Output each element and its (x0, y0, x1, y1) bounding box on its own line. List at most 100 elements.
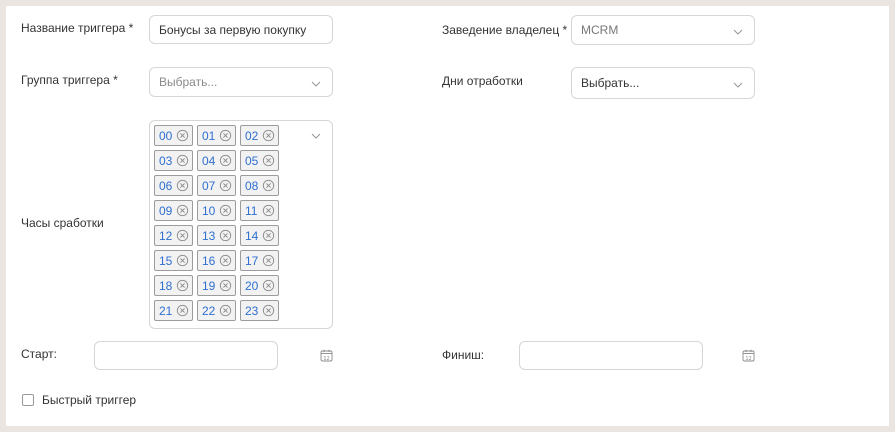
close-circle-icon[interactable] (176, 204, 189, 217)
hour-chip-label: 20 (245, 278, 259, 293)
hour-chip-label: 23 (245, 303, 259, 318)
work-days-select[interactable]: Выбрать... (571, 67, 755, 99)
hour-chip-label: 17 (245, 253, 259, 268)
hour-chip: 02 (240, 125, 279, 146)
hour-chip-label: 15 (159, 253, 173, 268)
close-circle-icon[interactable] (219, 229, 232, 242)
close-circle-icon[interactable] (262, 154, 275, 167)
hour-chip: 01 (197, 125, 236, 146)
chevron-down-icon[interactable] (310, 132, 322, 140)
hour-chip-label: 00 (159, 128, 173, 143)
chevron-down-icon (732, 81, 744, 89)
trigger-name-input[interactable]: Бонусы за первую покупку (149, 15, 333, 44)
close-circle-icon[interactable] (176, 254, 189, 267)
work-days-label: Дни отработки (442, 74, 523, 88)
hour-chip-label: 19 (202, 278, 216, 293)
hour-chip: 21 (154, 300, 193, 321)
hour-chip-label: 10 (202, 203, 216, 218)
trigger-group-select[interactable]: Выбрать... (149, 67, 333, 97)
chevron-down-icon (732, 28, 744, 36)
trigger-name-value: Бонусы за первую покупку (159, 22, 307, 37)
close-circle-icon[interactable] (219, 129, 232, 142)
hours-multiselect[interactable]: 00 01 02 03 04 05 06 07 08 09 10 11 12 13 14 15 16 17 18 19… (149, 120, 333, 329)
hour-chip-label: 14 (245, 228, 259, 243)
close-circle-icon[interactable] (262, 204, 275, 217)
hour-chip-label: 16 (202, 253, 216, 268)
close-circle-icon[interactable] (176, 129, 189, 142)
hour-chip-label: 13 (202, 228, 216, 243)
hour-chip: 20 (240, 275, 279, 296)
hour-chip-label: 02 (245, 128, 259, 143)
owner-venue-select[interactable]: MCRM (571, 15, 755, 45)
start-label: Старт: (21, 347, 57, 361)
close-circle-icon[interactable] (176, 304, 189, 317)
hour-chip-label: 03 (159, 153, 173, 168)
hour-chip: 13 (197, 225, 236, 246)
hour-chip: 06 (154, 175, 193, 196)
close-circle-icon[interactable] (262, 229, 275, 242)
close-circle-icon[interactable] (219, 154, 232, 167)
hour-chip: 07 (197, 175, 236, 196)
close-circle-icon[interactable] (262, 304, 275, 317)
trigger-group-placeholder: Выбрать... (159, 75, 218, 89)
close-circle-icon[interactable] (219, 254, 232, 267)
fast-trigger-label[interactable]: Быстрый триггер (42, 393, 136, 407)
hour-chip: 08 (240, 175, 279, 196)
owner-venue-label: Заведение владелец * (442, 23, 568, 37)
trigger-name-label: Название триггера * (21, 21, 134, 35)
hour-chip-label: 12 (159, 228, 173, 243)
hour-chip: 10 (197, 200, 236, 221)
hours-chip-list: 00 01 02 03 04 05 06 07 08 09 10 11 12 13 14 15 16 17 18 19… (154, 125, 294, 321)
fast-trigger-checkbox[interactable] (22, 394, 34, 406)
hour-chip: 09 (154, 200, 193, 221)
hour-chip: 12 (154, 225, 193, 246)
close-circle-icon[interactable] (176, 154, 189, 167)
hour-chip: 14 (240, 225, 279, 246)
hour-chip: 22 (197, 300, 236, 321)
hour-chip: 00 (154, 125, 193, 146)
hour-chip: 15 (154, 250, 193, 271)
calendar-icon[interactable]: 12 (742, 349, 755, 362)
hour-chip: 11 (240, 200, 279, 221)
close-circle-icon[interactable] (219, 179, 232, 192)
hour-chip: 03 (154, 150, 193, 171)
close-circle-icon[interactable] (219, 304, 232, 317)
work-days-placeholder: Выбрать... (581, 76, 640, 90)
calendar-icon[interactable]: 12 (320, 349, 333, 362)
hour-chip-label: 22 (202, 303, 216, 318)
hour-chip: 05 (240, 150, 279, 171)
close-circle-icon[interactable] (262, 179, 275, 192)
close-circle-icon[interactable] (219, 279, 232, 292)
hour-chip: 18 (154, 275, 193, 296)
close-circle-icon[interactable] (219, 204, 232, 217)
hour-chip-label: 09 (159, 203, 173, 218)
close-circle-icon[interactable] (262, 279, 275, 292)
hour-chip: 17 (240, 250, 279, 271)
calendar-day: 12 (323, 356, 329, 362)
hour-chip: 16 (197, 250, 236, 271)
hour-chip-label: 01 (202, 128, 216, 143)
trigger-form: Название триггера * Бонусы за первую пок… (6, 6, 889, 426)
hour-chip-label: 07 (202, 178, 216, 193)
calendar-day: 12 (745, 356, 751, 362)
hour-chip-label: 05 (245, 153, 259, 168)
hour-chip-label: 18 (159, 278, 173, 293)
chevron-down-icon (310, 80, 322, 88)
hour-chip: 04 (197, 150, 236, 171)
close-circle-icon[interactable] (262, 254, 275, 267)
hour-chip-label: 04 (202, 153, 216, 168)
owner-venue-value: MCRM (581, 23, 619, 37)
finish-label: Финиш: (442, 348, 485, 362)
hour-chip-label: 08 (245, 178, 259, 193)
close-circle-icon[interactable] (262, 129, 275, 142)
close-circle-icon[interactable] (176, 229, 189, 242)
hour-chip: 23 (240, 300, 279, 321)
start-date-input[interactable] (94, 341, 278, 370)
close-circle-icon[interactable] (176, 279, 189, 292)
finish-date-input[interactable] (519, 341, 703, 370)
hour-chip-label: 06 (159, 178, 173, 193)
close-circle-icon[interactable] (176, 179, 189, 192)
hour-chip-label: 11 (245, 203, 258, 218)
hour-chip: 19 (197, 275, 236, 296)
hours-label: Часы сработки (21, 216, 104, 230)
